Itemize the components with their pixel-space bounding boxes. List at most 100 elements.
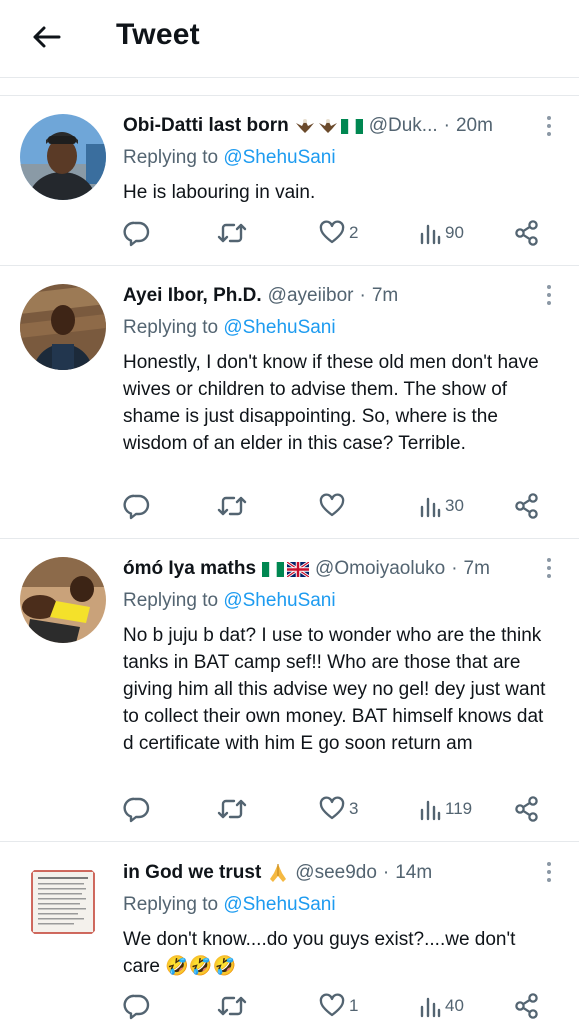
name-emojis [295, 117, 363, 135]
timestamp[interactable]: 7m [464, 558, 490, 580]
reply-icon [123, 494, 150, 520]
separator-dot: · [382, 862, 390, 883]
share-button[interactable] [513, 218, 541, 248]
like-count: 3 [349, 799, 359, 818]
timestamp[interactable]: 20m [456, 115, 493, 137]
separator-dot: · [451, 558, 458, 579]
share-icon [515, 493, 538, 519]
retweet-button[interactable] [217, 794, 247, 824]
views-button[interactable]: 30 [419, 491, 464, 521]
reply-tweet[interactable]: Ayei Ibor, Ph.D. @ayeiibor · 7m Replying… [0, 267, 579, 539]
more-options-button[interactable] [545, 285, 553, 309]
like-button[interactable]: 3 [319, 794, 358, 824]
retweet-icon [217, 496, 247, 516]
analytics-icon [420, 224, 441, 245]
reply-button[interactable] [123, 991, 151, 1021]
tweet-text: We don't know....do you guys exist?....w… [123, 929, 516, 977]
analytics-icon [420, 497, 441, 518]
arrow-left-icon [33, 26, 61, 48]
mention-link[interactable]: @ShehuSani [223, 590, 335, 611]
author-handle[interactable]: @Duk... [369, 115, 438, 137]
views-button[interactable]: 119 [419, 794, 472, 824]
author-name[interactable]: Ayei Ibor, Ph.D. [123, 285, 262, 307]
view-count: 30 [445, 496, 464, 515]
view-count: 40 [445, 996, 464, 1015]
more-options-button[interactable] [545, 558, 553, 582]
author-name[interactable]: ómó Iya maths [123, 558, 256, 580]
back-button[interactable] [26, 20, 66, 54]
analytics-icon [420, 997, 441, 1018]
retweet-button[interactable] [217, 991, 247, 1021]
author-name[interactable]: in God we trust [123, 862, 261, 884]
view-count: 119 [445, 799, 473, 818]
timestamp[interactable]: 7m [372, 285, 398, 307]
nigeria-flag-icon [340, 118, 363, 134]
replying-to: Replying to @ShehuSani [123, 590, 557, 614]
like-button[interactable]: 2 [319, 218, 358, 248]
avatar[interactable] [20, 859, 106, 945]
reply-button[interactable] [123, 794, 151, 824]
heart-icon [319, 993, 345, 1017]
reply-tweet[interactable]: ómó Iya maths @Omoiyaoluko · 7m Replying… [0, 540, 579, 842]
uk-flag-icon [287, 561, 310, 577]
separator-dot: · [443, 115, 450, 136]
retweet-button[interactable] [217, 491, 247, 521]
author-handle[interactable]: @see9do [295, 862, 377, 884]
heart-icon [319, 493, 345, 517]
avatar[interactable] [20, 114, 106, 200]
views-button[interactable]: 40 [419, 991, 464, 1021]
heart-icon [319, 796, 345, 820]
reply-tweet[interactable]: Obi-Datti last born @Duk... · 20m Replyi… [0, 96, 579, 266]
eagle-icon [318, 119, 337, 133]
retweet-button[interactable] [217, 218, 247, 248]
share-button[interactable] [513, 794, 541, 824]
mention-link[interactable]: @ShehuSani [223, 317, 335, 338]
action-bar: 30 [123, 491, 549, 521]
avatar[interactable] [20, 557, 106, 643]
view-count: 90 [445, 223, 464, 242]
tweet-text: No b juju b dat? I use to wonder who are… [123, 625, 546, 754]
folded-hands-icon [270, 864, 287, 882]
more-options-button[interactable] [545, 116, 553, 140]
mention-link[interactable]: @ShehuSani [223, 894, 335, 915]
analytics-icon [420, 800, 441, 821]
reply-icon [123, 797, 150, 823]
reply-tweet[interactable]: in God we trust @see9do · 14m Replying t… [0, 843, 579, 1024]
author-name[interactable]: Obi-Datti last born [123, 115, 289, 137]
like-button[interactable]: 1 [319, 991, 358, 1021]
share-icon [515, 220, 538, 246]
timestamp[interactable]: 14m [395, 862, 432, 884]
replying-to: Replying to @ShehuSani [123, 894, 557, 918]
share-icon [515, 993, 538, 1019]
share-button[interactable] [513, 991, 541, 1021]
nigeria-flag-icon [262, 561, 285, 577]
more-options-button[interactable] [545, 862, 553, 886]
name-emojis [267, 862, 289, 884]
avatar[interactable] [20, 284, 106, 370]
replying-label: Replying to [123, 590, 219, 611]
like-count: 1 [349, 996, 359, 1015]
reply-icon [123, 221, 150, 247]
share-button[interactable] [513, 491, 541, 521]
author-handle[interactable]: @ayeiibor [268, 285, 354, 307]
reply-button[interactable] [123, 491, 151, 521]
replying-to: Replying to @ShehuSani [123, 317, 557, 341]
name-emojis [262, 561, 310, 577]
reply-button[interactable] [123, 218, 151, 248]
author-handle[interactable]: @Omoiyaoluko [315, 558, 445, 580]
replying-label: Replying to [123, 147, 219, 168]
mention-link[interactable]: @ShehuSani [223, 147, 335, 168]
eagle-icon [295, 119, 314, 133]
top-app-bar: Tweet [0, 0, 579, 78]
action-bar: 2 90 [123, 218, 549, 248]
replying-label: Replying to [123, 894, 219, 915]
like-count: 2 [349, 223, 359, 242]
like-button[interactable] [319, 491, 345, 521]
share-icon [515, 796, 538, 822]
retweet-icon [217, 996, 247, 1016]
replying-to: Replying to @ShehuSani [123, 147, 557, 171]
page-title: Tweet [116, 18, 200, 51]
reply-icon [123, 994, 150, 1020]
retweet-icon [217, 799, 247, 819]
views-button[interactable]: 90 [419, 218, 464, 248]
